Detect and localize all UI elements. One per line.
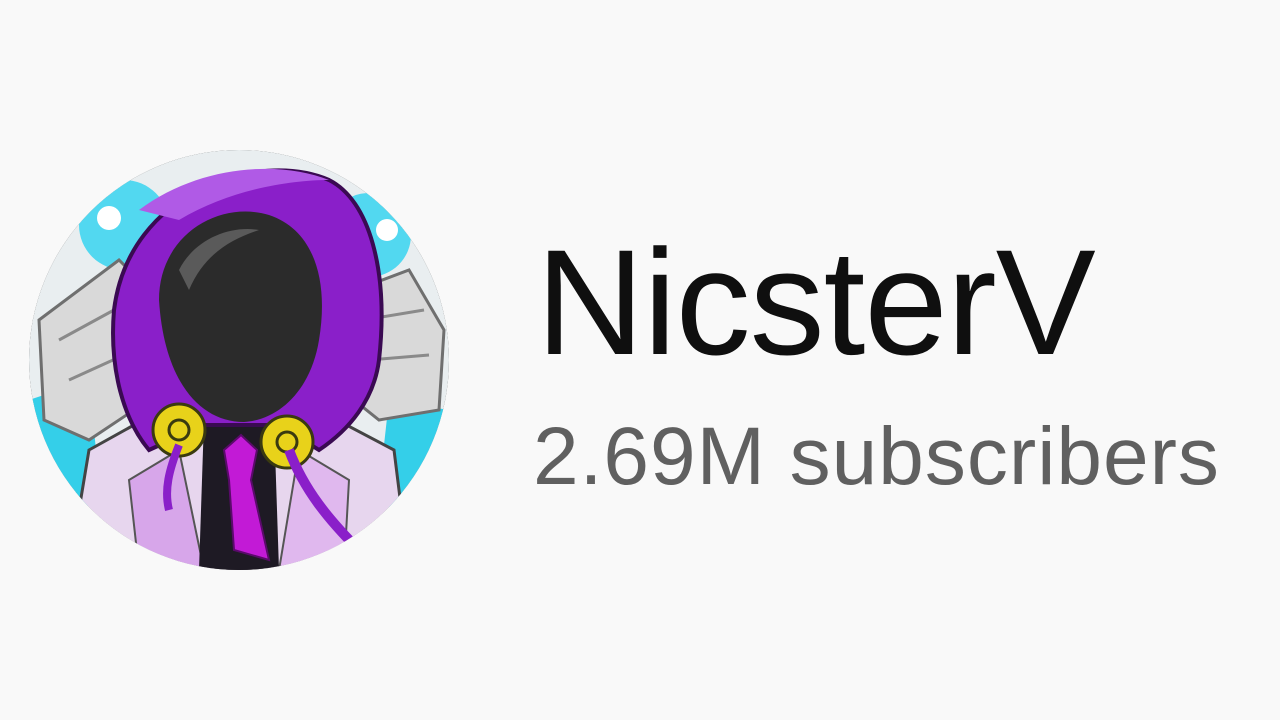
hooded-character-icon (29, 150, 449, 570)
channel-card: NicsterV 2.69M subscribers (0, 0, 1280, 720)
subscriber-count: 2.69M subscribers (533, 411, 1220, 502)
channel-name[interactable]: NicsterV (536, 222, 1096, 382)
avatar[interactable] (29, 150, 449, 570)
